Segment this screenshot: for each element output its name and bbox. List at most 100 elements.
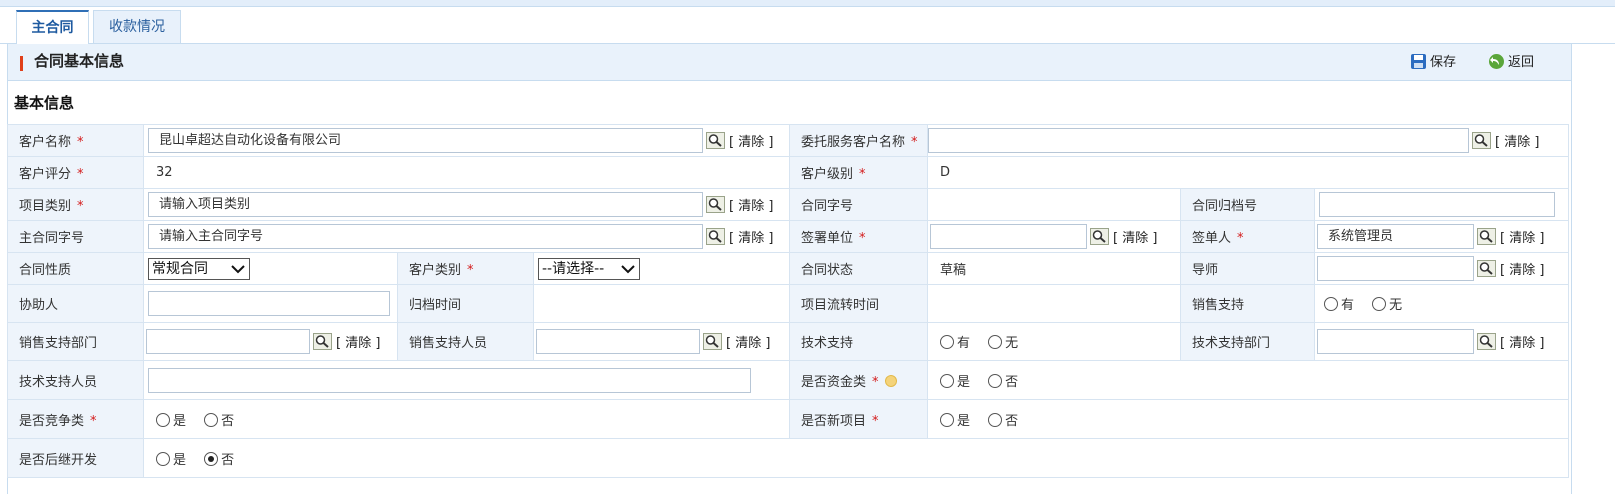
radio-button[interactable] bbox=[940, 373, 955, 388]
form-row: 是否竞争类 * 是 否 是否新项目 * 是 否 bbox=[7, 399, 1570, 439]
sales-support-no[interactable]: 无 bbox=[1372, 294, 1402, 313]
magnifier-icon[interactable] bbox=[1090, 228, 1110, 245]
radio-button[interactable] bbox=[204, 412, 219, 427]
customer-type-label: 客户类别 * bbox=[397, 252, 534, 285]
clear-button[interactable]: [ 清除 ] bbox=[729, 227, 773, 246]
sales-support-yes[interactable]: 有 bbox=[1324, 294, 1354, 313]
chevron-down-icon bbox=[231, 264, 245, 273]
radio-button[interactable] bbox=[1372, 297, 1387, 311]
contract-nature-label: 合同性质 bbox=[7, 252, 144, 285]
radio-button[interactable] bbox=[988, 373, 1003, 388]
clear-button[interactable]: [ 清除 ] bbox=[336, 332, 380, 351]
tech-support-yes[interactable]: 有 bbox=[940, 332, 970, 351]
is-funding-yes[interactable]: 是 bbox=[940, 371, 970, 390]
entrusted-customer-label: 委托服务客户名称 * bbox=[789, 124, 929, 157]
radio-button[interactable] bbox=[988, 335, 1003, 349]
clear-button[interactable]: [ 清除 ] bbox=[726, 332, 770, 351]
is-follow-up-yes[interactable]: 是 bbox=[156, 449, 186, 468]
tech-support-label: 技术支持 bbox=[789, 322, 929, 361]
sales-support-staff-cell: [ 清除 ] bbox=[532, 322, 791, 361]
form-row: 客户评分 * 32 客户级别 * D bbox=[7, 156, 1570, 189]
magnifier-icon[interactable] bbox=[1477, 228, 1497, 245]
tech-support-no[interactable]: 无 bbox=[988, 332, 1018, 351]
project-flow-time-value bbox=[927, 284, 1182, 323]
clear-button[interactable]: [ 清除 ] bbox=[1113, 227, 1157, 246]
project-category-cell: 请输入项目类别 [ 清除 ] bbox=[142, 188, 791, 221]
clear-button[interactable]: [ 清除 ] bbox=[1500, 259, 1544, 278]
form-row: 销售支持部门 [ 清除 ] 销售支持人员 [ 清除 ] 技术支持 有 无 技术支… bbox=[7, 322, 1570, 361]
tab-main-contract[interactable]: 主合同 bbox=[16, 10, 89, 45]
archive-no-cell bbox=[1314, 188, 1570, 221]
clear-button[interactable]: [ 清除 ] bbox=[729, 195, 773, 214]
is-funding-cell: 是 否 bbox=[927, 360, 1570, 400]
radio-button[interactable] bbox=[988, 412, 1003, 427]
customer-name-input[interactable]: 昆山卓超达自动化设备有限公司 bbox=[148, 128, 703, 153]
magnifier-icon[interactable] bbox=[313, 333, 332, 350]
customer-name-label: 客户名称 * bbox=[7, 124, 144, 157]
panel-title: 合同基本信息 bbox=[34, 52, 125, 70]
main-contract-no-input[interactable]: 请输入主合同字号 bbox=[148, 224, 703, 249]
radio-button[interactable] bbox=[1324, 297, 1339, 311]
customer-level-label: 客户级别 * bbox=[789, 156, 929, 189]
project-category-label: 项目类别 * bbox=[7, 188, 144, 221]
project-category-input[interactable]: 请输入项目类别 bbox=[148, 192, 703, 217]
magnifier-icon[interactable] bbox=[703, 333, 722, 350]
magnifier-icon[interactable] bbox=[706, 228, 725, 245]
magnifier-icon[interactable] bbox=[1472, 132, 1492, 149]
sales-support-dept-input[interactable] bbox=[146, 329, 310, 354]
assistant-cell bbox=[143, 284, 398, 323]
contract-nature-select[interactable]: 常规合同 bbox=[148, 257, 250, 280]
is-competitive-no[interactable]: 否 bbox=[204, 410, 234, 429]
radio-button-selected[interactable] bbox=[204, 451, 219, 466]
magnifier-icon[interactable] bbox=[706, 132, 725, 149]
form-row: 是否后继开发 是 否 bbox=[7, 438, 1570, 478]
is-funding-no[interactable]: 否 bbox=[988, 371, 1018, 390]
contract-status-label: 合同状态 bbox=[789, 252, 929, 285]
section-title: 基本信息 bbox=[14, 94, 75, 112]
archive-no-input[interactable] bbox=[1319, 192, 1556, 217]
sales-support-staff-input[interactable] bbox=[536, 329, 700, 354]
form-row: 项目类别 * 请输入项目类别 [ 清除 ] 合同字号 合同归档号 bbox=[7, 188, 1570, 221]
entrusted-customer-input[interactable] bbox=[928, 128, 1470, 153]
tab-collection-status[interactable]: 收款情况 bbox=[93, 10, 181, 44]
project-flow-time-label: 项目流转时间 bbox=[789, 284, 929, 323]
clear-button[interactable]: [ 清除 ] bbox=[1500, 227, 1544, 246]
entrusted-customer-cell: [ 清除 ] bbox=[927, 124, 1570, 157]
radio-button[interactable] bbox=[940, 412, 955, 427]
main-contract-no-cell: 请输入主合同字号 [ 清除 ] bbox=[142, 220, 791, 253]
help-icon[interactable] bbox=[884, 374, 897, 387]
is-competitive-yes[interactable]: 是 bbox=[156, 410, 186, 429]
magnifier-icon[interactable] bbox=[1477, 333, 1497, 350]
signer-input[interactable]: 系统管理员 bbox=[1317, 224, 1475, 249]
archive-time-label: 归档时间 bbox=[397, 284, 534, 323]
clear-button[interactable]: [ 清除 ] bbox=[1495, 131, 1539, 150]
assistant-input[interactable] bbox=[148, 291, 390, 316]
signer-label: 签单人 * bbox=[1180, 220, 1316, 253]
magnifier-icon[interactable] bbox=[1477, 260, 1497, 277]
back-button[interactable]: 返回 bbox=[1488, 52, 1534, 74]
is-new-project-yes[interactable]: 是 bbox=[940, 410, 970, 429]
signing-unit-input[interactable] bbox=[930, 224, 1088, 249]
is-new-project-label: 是否新项目 * bbox=[789, 399, 929, 439]
radio-button[interactable] bbox=[156, 451, 170, 466]
tech-support-dept-label: 技术支持部门 bbox=[1180, 322, 1316, 361]
magnifier-icon[interactable] bbox=[706, 196, 725, 213]
customer-rating-label: 客户评分 * bbox=[7, 156, 144, 189]
mentor-input[interactable] bbox=[1317, 256, 1475, 281]
tech-support-dept-input[interactable] bbox=[1317, 329, 1475, 354]
assistant-label: 协助人 bbox=[7, 284, 144, 323]
save-button[interactable]: 保存 bbox=[1410, 52, 1456, 74]
is-competitive-label: 是否竞争类 * bbox=[7, 399, 144, 439]
back-icon bbox=[1489, 54, 1504, 69]
back-label: 返回 bbox=[1508, 55, 1535, 70]
is-new-project-no[interactable]: 否 bbox=[988, 410, 1018, 429]
customer-type-select[interactable]: --请选择-- bbox=[538, 257, 640, 280]
clear-button[interactable]: [ 清除 ] bbox=[729, 131, 773, 150]
tech-support-staff-input[interactable] bbox=[148, 367, 751, 393]
radio-button[interactable] bbox=[940, 335, 955, 349]
tab-bar: 主合同 收款情况 bbox=[0, 7, 1615, 45]
sales-support-label: 销售支持 bbox=[1180, 284, 1316, 323]
is-follow-up-no[interactable]: 否 bbox=[204, 449, 234, 468]
radio-button[interactable] bbox=[156, 412, 170, 427]
clear-button[interactable]: [ 清除 ] bbox=[1500, 332, 1544, 351]
